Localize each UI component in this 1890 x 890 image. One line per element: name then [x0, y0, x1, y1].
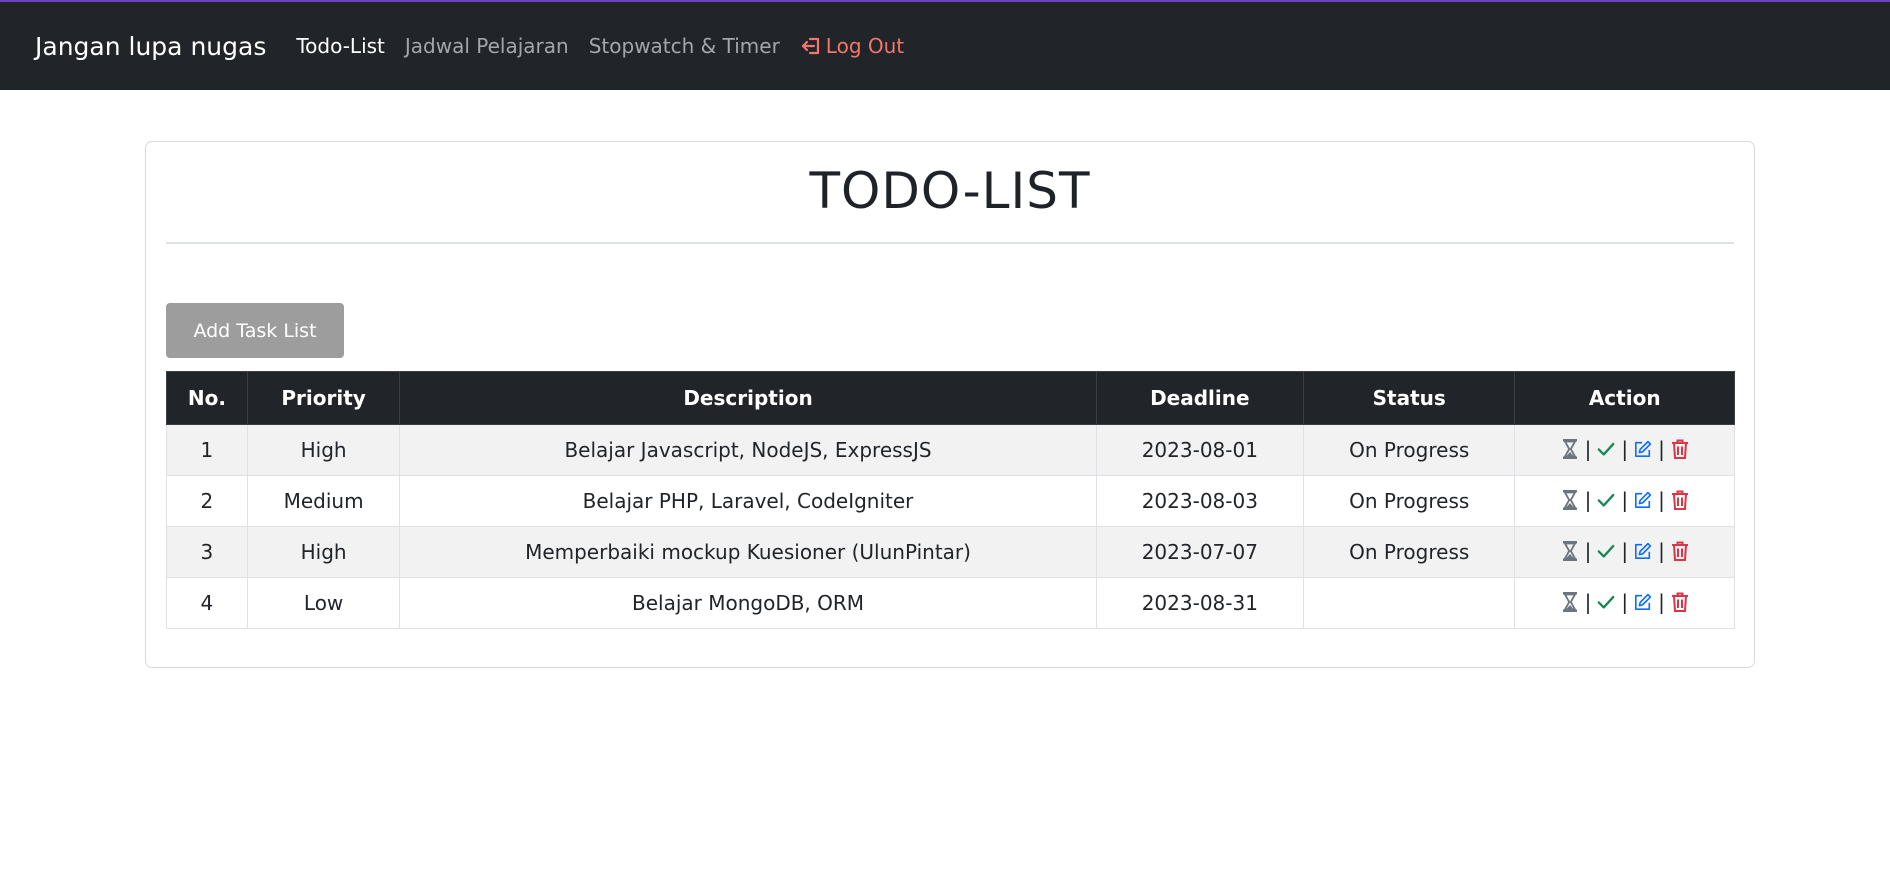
cell-no: 4	[166, 577, 248, 629]
cell-no: 3	[166, 526, 248, 578]
edit-icon[interactable]	[1634, 541, 1652, 561]
header-action: Action	[1514, 371, 1735, 425]
cell-priority: Low	[246, 577, 401, 629]
table-row: 4 Low Belajar MongoDB, ORM 2023-08-31 |	[166, 577, 1735, 629]
action-group: | | |	[1561, 437, 1689, 461]
edit-icon[interactable]	[1634, 592, 1652, 612]
action-separator: |	[1621, 436, 1629, 461]
cell-description: Belajar MongoDB, ORM	[399, 577, 1097, 629]
hourglass-icon[interactable]	[1561, 489, 1579, 510]
cell-no: 1	[166, 424, 248, 476]
action-group: | | |	[1561, 590, 1689, 614]
header-no: No.	[166, 371, 248, 425]
cell-action: | | |	[1514, 424, 1735, 476]
check-icon[interactable]	[1597, 490, 1615, 510]
action-separator: |	[1621, 487, 1629, 512]
table-row: 1 High Belajar Javascript, NodeJS, Expre…	[166, 424, 1735, 476]
cell-deadline: 2023-07-07	[1095, 526, 1305, 578]
action-separator: |	[1621, 538, 1629, 563]
hourglass-icon[interactable]	[1561, 438, 1579, 459]
top-navbar: Jangan lupa nugas Todo-List Jadwal Pelaj…	[0, 0, 1890, 90]
cell-deadline: 2023-08-03	[1095, 475, 1305, 527]
hourglass-icon[interactable]	[1561, 591, 1579, 612]
nav-links: Todo-List Jadwal Pelajaran Stopwatch & T…	[296, 34, 904, 58]
cell-action: | | |	[1514, 526, 1735, 578]
cell-status: On Progress	[1303, 526, 1516, 578]
table-header-row: No. Priority Description Deadline Status…	[166, 371, 1735, 425]
todo-table: No. Priority Description Deadline Status…	[166, 371, 1735, 629]
trash-icon[interactable]	[1671, 490, 1689, 510]
hourglass-icon[interactable]	[1561, 540, 1579, 561]
action-separator: |	[1658, 436, 1665, 461]
header-status: Status	[1303, 371, 1516, 425]
cell-action: | | |	[1514, 577, 1735, 629]
todo-card: TODO-LIST Add Task List No. Priority Des…	[145, 141, 1755, 668]
edit-icon[interactable]	[1634, 439, 1652, 459]
action-separator: |	[1584, 487, 1592, 512]
nav-link-jadwal-pelajaran[interactable]: Jadwal Pelajaran	[405, 34, 569, 58]
table-row: 2 Medium Belajar PHP, Laravel, CodeIgnit…	[166, 475, 1735, 527]
cell-description: Belajar PHP, Laravel, CodeIgniter	[399, 475, 1097, 527]
action-separator: |	[1584, 436, 1592, 461]
logout-link[interactable]: Log Out	[800, 34, 904, 58]
action-separator: |	[1658, 487, 1665, 512]
table-row: 3 High Memperbaiki mockup Kuesioner (Ulu…	[166, 526, 1735, 578]
cell-description: Belajar Javascript, NodeJS, ExpressJS	[399, 424, 1097, 476]
check-icon[interactable]	[1597, 541, 1615, 561]
cell-priority: High	[246, 526, 401, 578]
action-separator: |	[1658, 589, 1665, 614]
logout-icon	[800, 36, 822, 56]
cell-status: On Progress	[1303, 424, 1516, 476]
header-deadline: Deadline	[1095, 371, 1305, 425]
page-title: TODO-LIST	[809, 162, 1091, 220]
cell-deadline: 2023-08-31	[1095, 577, 1305, 629]
action-separator: |	[1584, 538, 1592, 563]
edit-icon[interactable]	[1634, 490, 1652, 510]
action-separator: |	[1584, 589, 1592, 614]
cell-no: 2	[166, 475, 248, 527]
add-task-button[interactable]: Add Task List	[166, 303, 344, 358]
brand-title[interactable]: Jangan lupa nugas	[35, 32, 266, 61]
title-divider	[166, 242, 1734, 244]
check-icon[interactable]	[1597, 592, 1615, 612]
cell-status: On Progress	[1303, 475, 1516, 527]
header-description: Description	[399, 371, 1097, 425]
check-icon[interactable]	[1597, 439, 1615, 459]
logout-label: Log Out	[825, 34, 905, 58]
cell-status	[1303, 577, 1516, 629]
cell-action: | | |	[1514, 475, 1735, 527]
header-priority: Priority	[246, 371, 401, 425]
action-separator: |	[1621, 589, 1629, 614]
cell-description: Memperbaiki mockup Kuesioner (UlunPintar…	[399, 526, 1097, 578]
cell-deadline: 2023-08-01	[1095, 424, 1305, 476]
nav-link-stopwatch-timer[interactable]: Stopwatch & Timer	[589, 34, 780, 58]
action-group: | | |	[1561, 488, 1689, 512]
cell-priority: Medium	[246, 475, 401, 527]
trash-icon[interactable]	[1671, 541, 1689, 561]
nav-link-todo-list[interactable]: Todo-List	[296, 34, 385, 58]
trash-icon[interactable]	[1671, 439, 1689, 459]
action-group: | | |	[1561, 539, 1689, 563]
trash-icon[interactable]	[1671, 592, 1689, 612]
cell-priority: High	[246, 424, 401, 476]
action-separator: |	[1658, 538, 1665, 563]
